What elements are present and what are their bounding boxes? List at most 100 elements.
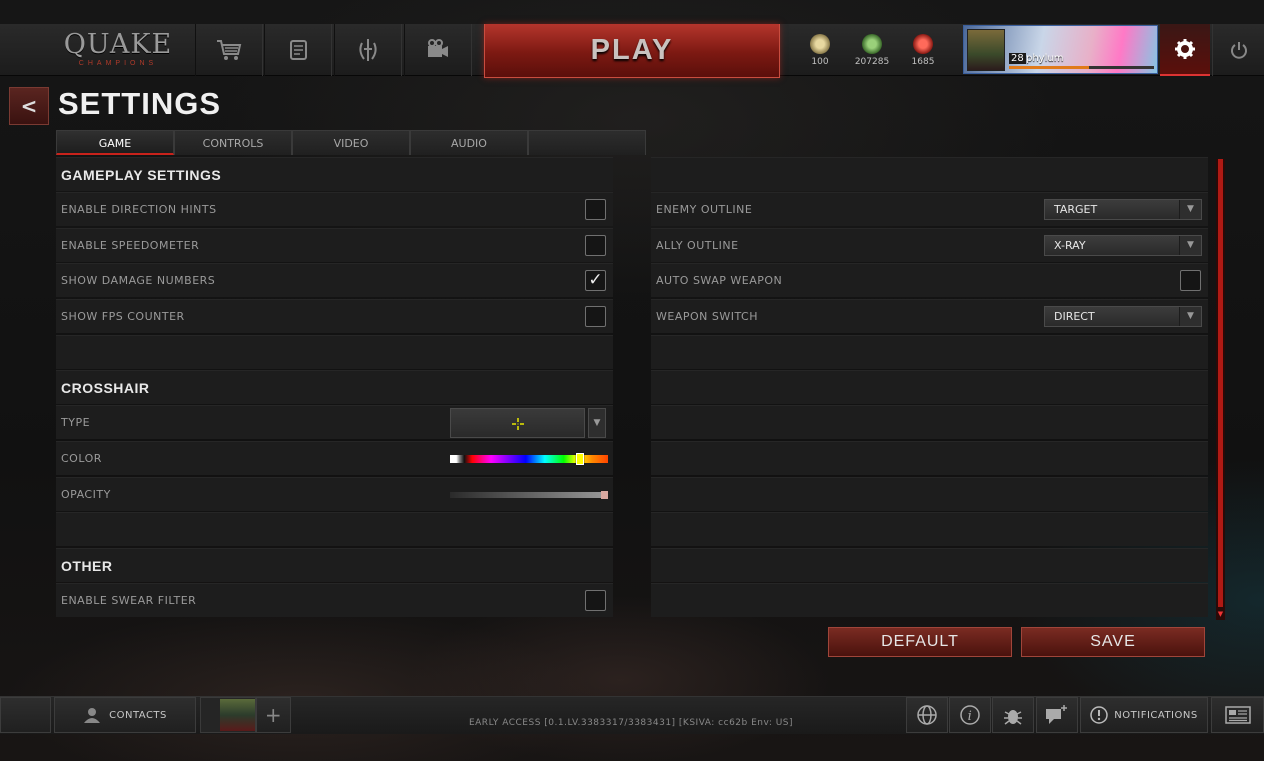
- crosshair-type-preview[interactable]: [450, 408, 585, 438]
- dropdown-value: TARGET: [1054, 203, 1098, 216]
- store-button[interactable]: [195, 24, 263, 76]
- setting-label: ALLY OUTLINE: [656, 239, 739, 252]
- scrollbar-thumb[interactable]: [1218, 159, 1223, 607]
- settings-scrollbar[interactable]: ▼: [1216, 159, 1225, 620]
- setting-row-fps-counter[interactable]: SHOW FPS COUNTER: [56, 299, 613, 333]
- setting-row-enemy-outline[interactable]: ENEMY OUTLINE TARGET ▼: [651, 192, 1208, 226]
- notifications-button[interactable]: NOTIFICATIONS: [1080, 697, 1208, 733]
- scroll-down-icon[interactable]: ▼: [1216, 610, 1225, 620]
- dropdown-value: X-RAY: [1054, 239, 1086, 252]
- profile-name: phylum: [1026, 53, 1064, 64]
- auto-swap-weapon-checkbox[interactable]: [1180, 270, 1201, 291]
- back-arrow-icon: <: [20, 94, 38, 118]
- crosshair-opacity-slider[interactable]: [450, 491, 608, 499]
- setting-row-direction-hints[interactable]: ENABLE DIRECTION HINTS: [56, 192, 613, 226]
- info-button[interactable]: i: [949, 697, 991, 733]
- power-icon: [1230, 42, 1247, 59]
- contacts-label: CONTACTS: [109, 709, 167, 721]
- ally-outline-dropdown[interactable]: X-RAY ▼: [1044, 235, 1202, 256]
- setting-label: SHOW DAMAGE NUMBERS: [61, 274, 216, 287]
- empty-row: [651, 441, 1208, 475]
- cart-icon: [217, 40, 242, 60]
- party-add-button[interactable]: +: [256, 697, 291, 733]
- setting-label: TYPE: [61, 416, 91, 429]
- back-button[interactable]: <: [9, 87, 49, 125]
- empty-row: [651, 548, 1208, 582]
- chat-icon: [1046, 705, 1067, 724]
- chevron-down-icon: ▼: [1179, 236, 1201, 255]
- game-logo[interactable]: QUAKE CHAMPIONS: [54, 30, 182, 70]
- gameplay-section-title: GAMEPLAY SETTINGS: [61, 167, 222, 183]
- weapon-switch-dropdown[interactable]: DIRECT ▼: [1044, 306, 1202, 327]
- play-button[interactable]: PLAY: [484, 24, 780, 78]
- direction-hints-checkbox[interactable]: [585, 199, 606, 220]
- setting-row-auto-swap-weapon[interactable]: AUTO SWAP WEAPON: [651, 263, 1208, 297]
- setting-row-ally-outline[interactable]: ALLY OUTLINE X-RAY ▼: [651, 228, 1208, 262]
- empty-row: [56, 512, 613, 546]
- setting-row-weapon-switch[interactable]: WEAPON SWITCH DIRECT ▼: [651, 299, 1208, 333]
- region-button[interactable]: [906, 697, 948, 733]
- replays-button[interactable]: [404, 24, 472, 76]
- empty-row: [651, 370, 1208, 404]
- play-label: PLAY: [590, 34, 674, 66]
- gameplay-section-header: GAMEPLAY SETTINGS: [56, 157, 613, 191]
- xp-bar: [1009, 66, 1154, 69]
- news-button[interactable]: [1211, 697, 1264, 733]
- dropdown-value: DIRECT: [1054, 310, 1095, 323]
- version-text: EARLY ACCESS [0.1.LV.3383317/3383431] [K…: [468, 718, 794, 728]
- swear-filter-checkbox[interactable]: [585, 590, 606, 611]
- currency-gold[interactable]: 100: [795, 34, 845, 67]
- currency-platinum[interactable]: 1685: [898, 34, 948, 67]
- profile-card[interactable]: 28 phylum: [963, 25, 1158, 74]
- currency-platinum-value: 1685: [911, 57, 935, 67]
- save-button[interactable]: SAVE: [1021, 627, 1205, 657]
- party-member-avatar[interactable]: [220, 699, 255, 731]
- setting-row-crosshair-color[interactable]: COLOR: [56, 441, 613, 475]
- setting-row-crosshair-opacity[interactable]: OPACITY: [56, 477, 613, 511]
- damage-numbers-checkbox[interactable]: ✓: [585, 270, 606, 291]
- gold-medal-icon: [810, 34, 830, 54]
- setting-label: AUTO SWAP WEAPON: [656, 274, 783, 287]
- crosshair-section-header: CROSSHAIR: [56, 370, 613, 404]
- currency-shards[interactable]: 207285: [847, 34, 897, 67]
- setting-row-swear-filter[interactable]: ENABLE SWEAR FILTER: [56, 583, 613, 617]
- green-shard-icon: [862, 34, 882, 54]
- tab-game[interactable]: GAME: [56, 130, 174, 155]
- save-button-label: SAVE: [1090, 633, 1136, 650]
- enemy-outline-dropdown[interactable]: TARGET ▼: [1044, 199, 1202, 220]
- avatar: [967, 29, 1005, 71]
- contacts-button[interactable]: CONTACTS: [54, 697, 196, 733]
- crosshair-color-knob[interactable]: [575, 453, 584, 465]
- tab-audio[interactable]: AUDIO: [410, 130, 528, 155]
- contacts-icon: [84, 708, 101, 723]
- champion-emblem-icon: [359, 39, 377, 61]
- speedometer-checkbox[interactable]: [585, 235, 606, 256]
- champions-button[interactable]: [334, 24, 402, 76]
- crosshair-type-dropdown-arrow[interactable]: ▼: [588, 408, 606, 438]
- scroll-button[interactable]: [264, 24, 332, 76]
- exit-button[interactable]: [1212, 24, 1264, 76]
- fps-counter-checkbox[interactable]: [585, 306, 606, 327]
- setting-label: SHOW FPS COUNTER: [61, 310, 185, 323]
- crosshair-opacity-knob[interactable]: [601, 491, 608, 499]
- other-section-title: OTHER: [61, 558, 113, 574]
- setting-label: ENABLE DIRECTION HINTS: [61, 203, 217, 216]
- tab-video[interactable]: VIDEO: [292, 130, 410, 155]
- bug-report-button[interactable]: [992, 697, 1034, 733]
- empty-row: [651, 512, 1208, 546]
- other-section-header: OTHER: [56, 548, 613, 582]
- chevron-down-icon: ▼: [1179, 307, 1201, 326]
- bottom-left-slot: [0, 697, 51, 733]
- setting-label: ENABLE SPEEDOMETER: [61, 239, 200, 252]
- info-icon: i: [960, 705, 980, 725]
- chevron-down-icon: ▼: [1179, 200, 1201, 219]
- default-button[interactable]: DEFAULT: [828, 627, 1012, 657]
- setting-row-damage-numbers[interactable]: SHOW DAMAGE NUMBERS ✓: [56, 263, 613, 297]
- tab-controls[interactable]: CONTROLS: [174, 130, 292, 155]
- settings-button[interactable]: [1160, 24, 1210, 76]
- chat-button[interactable]: [1036, 697, 1078, 733]
- setting-label: WEAPON SWITCH: [656, 310, 758, 323]
- setting-row-crosshair-type[interactable]: TYPE ▼: [56, 405, 613, 439]
- setting-row-speedometer[interactable]: ENABLE SPEEDOMETER: [56, 228, 613, 262]
- crosshair-color-slider[interactable]: [450, 453, 608, 465]
